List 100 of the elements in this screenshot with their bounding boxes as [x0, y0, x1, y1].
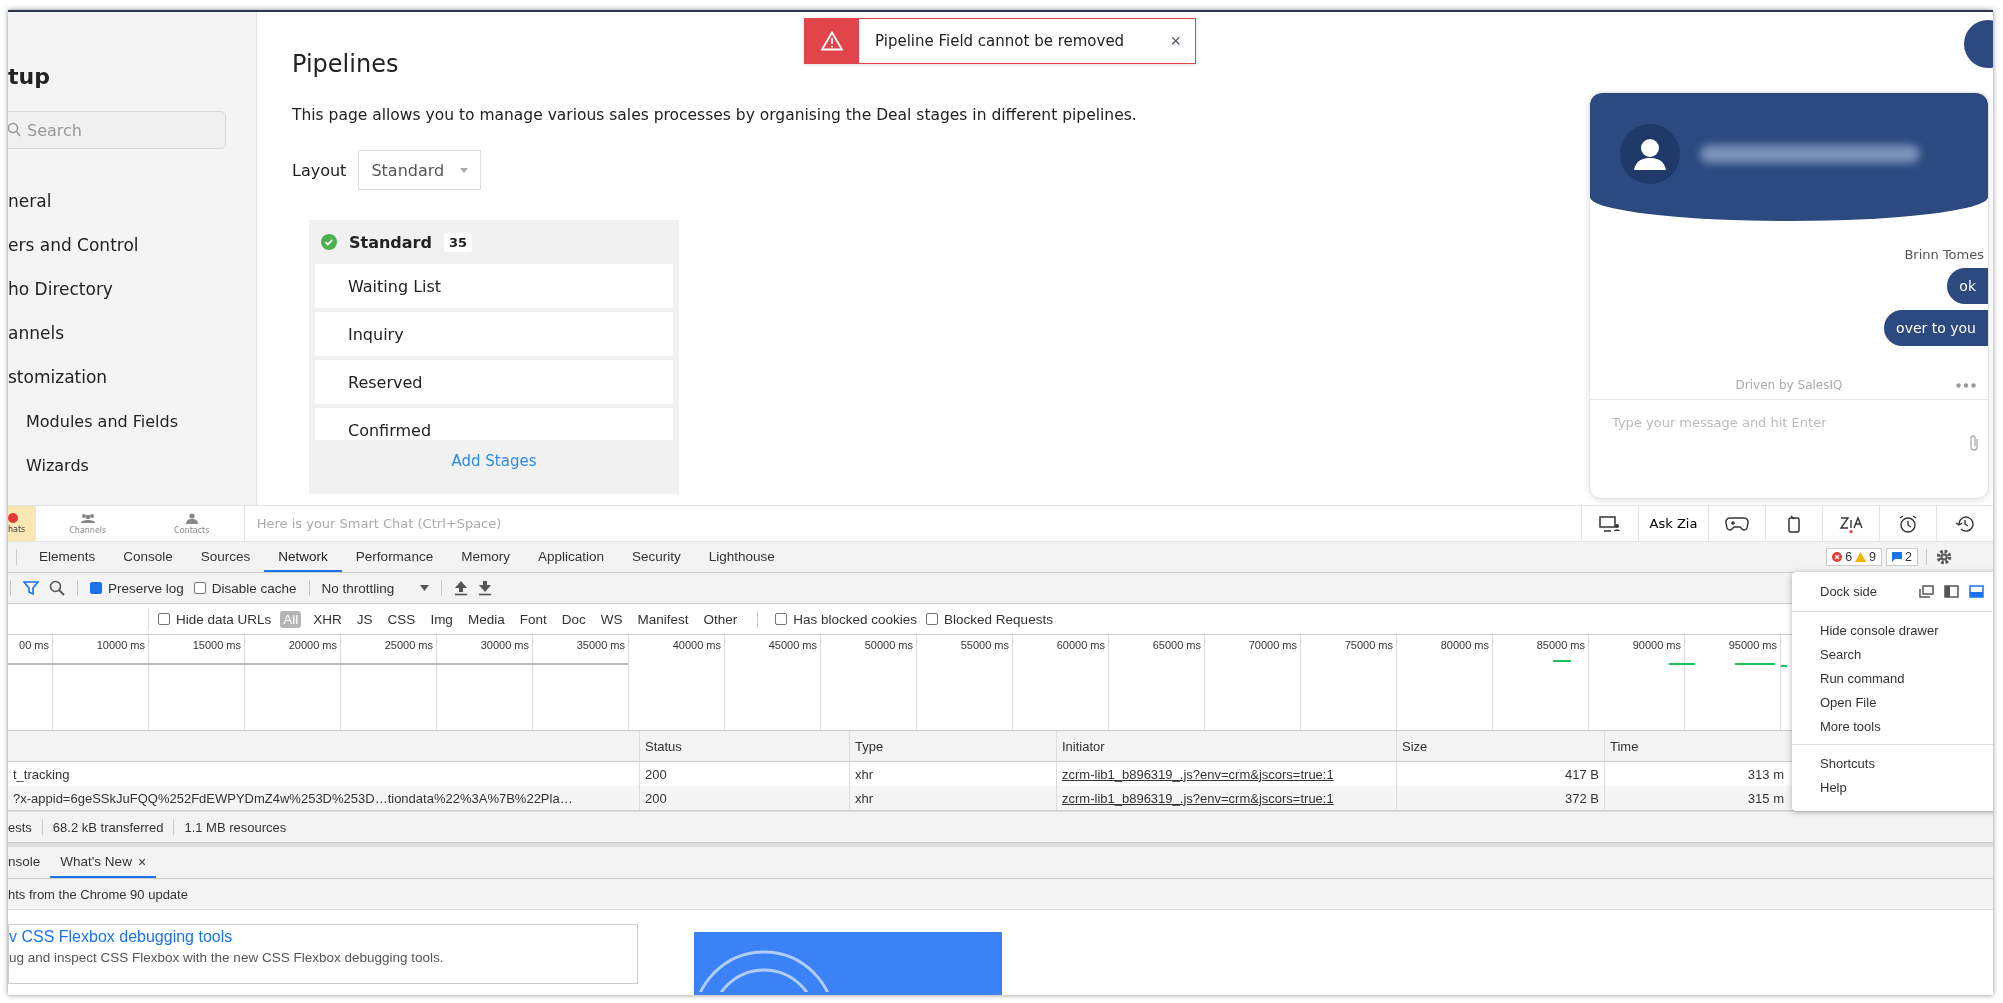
initiator-link[interactable]: zcrm-lib1_b896319_.js?env=crm&jscors=true:1 — [1062, 766, 1334, 782]
table-cell: xhr — [855, 766, 874, 782]
ask-zia-button[interactable]: Ask Zia — [1638, 506, 1708, 541]
feature-card[interactable]: v CSS Flexbox debugging tools ug and inspect CSS Flexbox with the new CSS Flexbox debugging tools. — [8, 924, 638, 984]
devtools-tab[interactable]: Security — [617, 542, 695, 572]
devtools-tab[interactable]: Application — [523, 542, 618, 572]
resource-type-filter[interactable]: Other — [700, 610, 741, 628]
timeline-tick: 55000 ms — [960, 639, 1009, 651]
timeline-tick: 50000 ms — [864, 639, 913, 651]
layout-dropdown[interactable]: Standard — [358, 150, 482, 190]
timeline-tick: 00 ms — [19, 639, 49, 651]
search-field[interactable]: Search — [8, 111, 226, 149]
sidebar-item[interactable]: ers and Control — [8, 223, 139, 267]
message-counter[interactable]: 2 — [1886, 548, 1918, 566]
feature-title-link[interactable]: v CSS Flexbox debugging tools — [9, 928, 637, 946]
sidebar-item[interactable]: annels — [8, 311, 64, 355]
bottom-bar-tab[interactable]: hats — [8, 506, 36, 541]
resource-type-filter[interactable]: Manifest — [634, 610, 692, 628]
request-name[interactable]: ?x-appid=6geSSkJuFQQ%252FdEWPYDmZ4w%253D%253D…tiondata%22%3A%7B%22Pla… — [13, 790, 573, 806]
timeline-tick: 20000 ms — [288, 639, 337, 651]
timeline-tick: 75000 ms — [1344, 639, 1393, 651]
feature-description: ug and inspect CSS Flexbox with the new CSS Flexbox debugging tools. — [9, 950, 445, 965]
close-tab-button[interactable]: × — [137, 853, 147, 870]
bottom-bar-tab[interactable]: Contacts — [139, 506, 244, 541]
resource-type-filter[interactable]: XHR — [310, 610, 345, 628]
disable-cache-checkbox[interactable]: Disable cache — [193, 580, 297, 596]
initiator-link[interactable]: zcrm-lib1_b896319_.js?env=crm&jscors=true:1 — [1062, 790, 1334, 806]
menu-item[interactable]: Hide console drawer — [1792, 618, 1993, 642]
blocked-requests-checkbox[interactable]: Blocked Requests — [926, 611, 1053, 627]
timeline-tick: 95000 ms — [1728, 639, 1777, 651]
menu-item[interactable]: Shortcuts — [1792, 751, 1993, 775]
devtools-tab[interactable]: Sources — [186, 542, 265, 572]
blocked-cookies-checkbox[interactable]: Has blocked cookies — [775, 611, 918, 627]
devtools-tab[interactable]: Memory — [447, 542, 524, 572]
stage-row[interactable]: Confirmed — [315, 408, 673, 440]
timeline-tick: 15000 ms — [192, 639, 241, 651]
chat-message: ok — [1947, 268, 1988, 304]
stage-row[interactable]: Reserved — [315, 360, 673, 404]
layout-label: Layout — [292, 160, 347, 180]
devtools-tab[interactable]: Elements — [25, 542, 110, 572]
message-count: 2 — [1905, 550, 1912, 564]
column-header[interactable]: Time — [1610, 738, 1639, 754]
table-cell: 200 — [645, 790, 667, 806]
branding-text: Driven by SalesIQ — [1735, 378, 1843, 392]
devtools-tab[interactable]: Console — [109, 542, 187, 572]
table-cell: 315 m — [1747, 790, 1784, 806]
stage-count: 35 — [443, 232, 473, 252]
table-cell: 200 — [645, 766, 667, 782]
resource-type-filter[interactable]: Media — [464, 610, 508, 628]
close-button[interactable]: × — [1170, 30, 1181, 52]
timeline-tick: 45000 ms — [768, 639, 817, 651]
menu-item[interactable]: More tools — [1792, 714, 1993, 738]
issue-counter[interactable]: 6 9 — [1826, 548, 1883, 566]
column-header[interactable]: Type — [855, 738, 884, 754]
devtools-tab[interactable]: Performance — [341, 542, 448, 572]
resource-type-filter[interactable]: Doc — [558, 610, 589, 628]
timeline-tick: 80000 ms — [1440, 639, 1489, 651]
sidebar-item[interactable]: neral — [8, 179, 52, 223]
resource-type-filter[interactable]: Font — [516, 610, 550, 628]
devtools-tab[interactable]: Lighthouse — [694, 542, 789, 572]
sidebar-item[interactable]: stomization — [8, 355, 108, 399]
request-name[interactable]: t_tracking — [13, 766, 70, 782]
sender-name: Brinn Tomes — [1904, 247, 1985, 262]
timeline-tick: 25000 ms — [384, 639, 433, 651]
timeline-tick: 65000 ms — [1152, 639, 1201, 651]
preserve-log-checkbox[interactable]: Preserve log — [90, 580, 184, 596]
resource-type-filter[interactable]: JS — [353, 610, 376, 628]
stage-row[interactable]: Inquiry — [315, 312, 673, 356]
timeline-tick: 90000 ms — [1632, 639, 1681, 651]
sidebar-subitem[interactable]: Wizards — [26, 443, 89, 487]
stage-row[interactable]: Waiting List — [315, 264, 673, 308]
resource-type-filter[interactable]: CSS — [384, 610, 419, 628]
warning-count: 9 — [1869, 550, 1877, 564]
throttling-dropdown[interactable]: No throttling — [321, 580, 430, 596]
bottom-bar-tab[interactable]: Channels — [35, 506, 140, 541]
column-header[interactable]: Initiator — [1062, 738, 1105, 754]
error-count: 6 — [1845, 550, 1853, 564]
drawer-subtitle: hts from the Chrome 90 update — [8, 879, 1993, 910]
summary-text: 68.2 kB transferred — [52, 819, 164, 835]
resource-type-filter[interactable]: Img — [427, 610, 456, 628]
timeline-tick: 30000 ms — [480, 639, 529, 651]
toast-message: Pipeline Field cannot be removed — [875, 32, 1125, 50]
dock-side-label: Dock side — [1820, 584, 1878, 599]
sidebar-title: tup — [8, 64, 51, 89]
sidebar-item[interactable]: ho Directory — [8, 267, 113, 311]
chat-message: over to you — [1884, 310, 1988, 346]
column-header[interactable]: Status — [645, 738, 682, 754]
menu-item[interactable]: Run command — [1792, 666, 1993, 690]
table-cell: xhr — [855, 790, 874, 806]
sidebar-subitem[interactable]: Modules and Fields — [26, 399, 179, 443]
hide-data-urls-checkbox[interactable]: Hide data URLs — [158, 611, 272, 627]
page-description: This page allows you to manage various sales processes by organising the Deal stages in different pipelines. — [292, 106, 1138, 124]
menu-item[interactable]: Help — [1792, 775, 1993, 799]
resource-type-filter[interactable]: WS — [597, 610, 626, 628]
column-header[interactable]: Size — [1402, 738, 1428, 754]
table-cell: 313 m — [1747, 766, 1784, 782]
menu-item[interactable]: Open File — [1792, 690, 1993, 714]
menu-item[interactable]: Search — [1792, 642, 1993, 666]
table-cell: 417 B — [1565, 766, 1599, 782]
drawer-tab[interactable]: nsole — [8, 847, 51, 878]
